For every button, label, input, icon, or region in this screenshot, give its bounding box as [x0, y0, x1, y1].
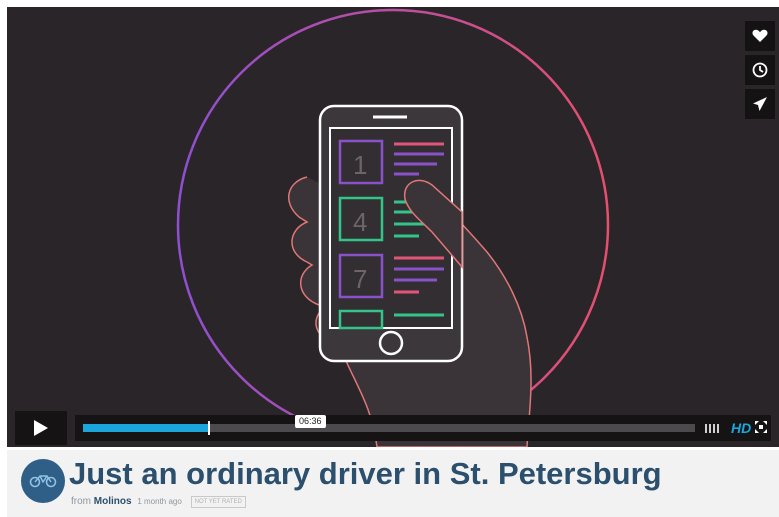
hd-button[interactable]: HD — [731, 420, 751, 436]
fullscreen-icon[interactable] — [755, 421, 767, 433]
progress-handle[interactable] — [208, 421, 210, 435]
watch-later-button[interactable] — [745, 55, 775, 85]
avatar[interactable] — [21, 459, 65, 503]
player-controls: 06:36 HD — [7, 407, 779, 447]
video-info: Just an ordinary driver in St. Petersbur… — [7, 450, 779, 517]
molinos-logo-icon — [29, 475, 57, 488]
paper-plane-icon — [753, 97, 767, 111]
volume-icon[interactable] — [705, 424, 723, 433]
share-button[interactable] — [745, 89, 775, 119]
progress-bar[interactable]: 06:36 — [83, 415, 695, 435]
clock-icon — [752, 62, 768, 78]
video-frame-artwork: 1 4 7 — [176, 8, 610, 447]
heart-icon — [752, 29, 768, 42]
like-button[interactable] — [745, 21, 775, 51]
video-title: Just an ordinary driver in St. Petersbur… — [69, 456, 662, 491]
row-number-3: 7 — [353, 264, 367, 294]
time-tooltip: 06:36 — [295, 415, 326, 428]
play-icon — [34, 420, 48, 436]
rating-badge: NOT YET RATED — [190, 496, 246, 508]
upload-time: 1 month ago — [137, 497, 182, 506]
from-label: from — [71, 496, 91, 507]
row-number-2: 4 — [353, 207, 367, 237]
play-button[interactable] — [15, 411, 67, 445]
byline: from Molinos 1 month ago NOT YET RATED — [71, 496, 246, 508]
video-player[interactable]: 1 4 7 06:36 HD — [7, 7, 779, 447]
row-number-1: 1 — [353, 150, 367, 180]
author-link[interactable]: Molinos — [94, 496, 132, 507]
control-bar: 06:36 HD — [75, 415, 771, 441]
progress-fill — [83, 424, 208, 432]
side-actions — [745, 21, 775, 119]
